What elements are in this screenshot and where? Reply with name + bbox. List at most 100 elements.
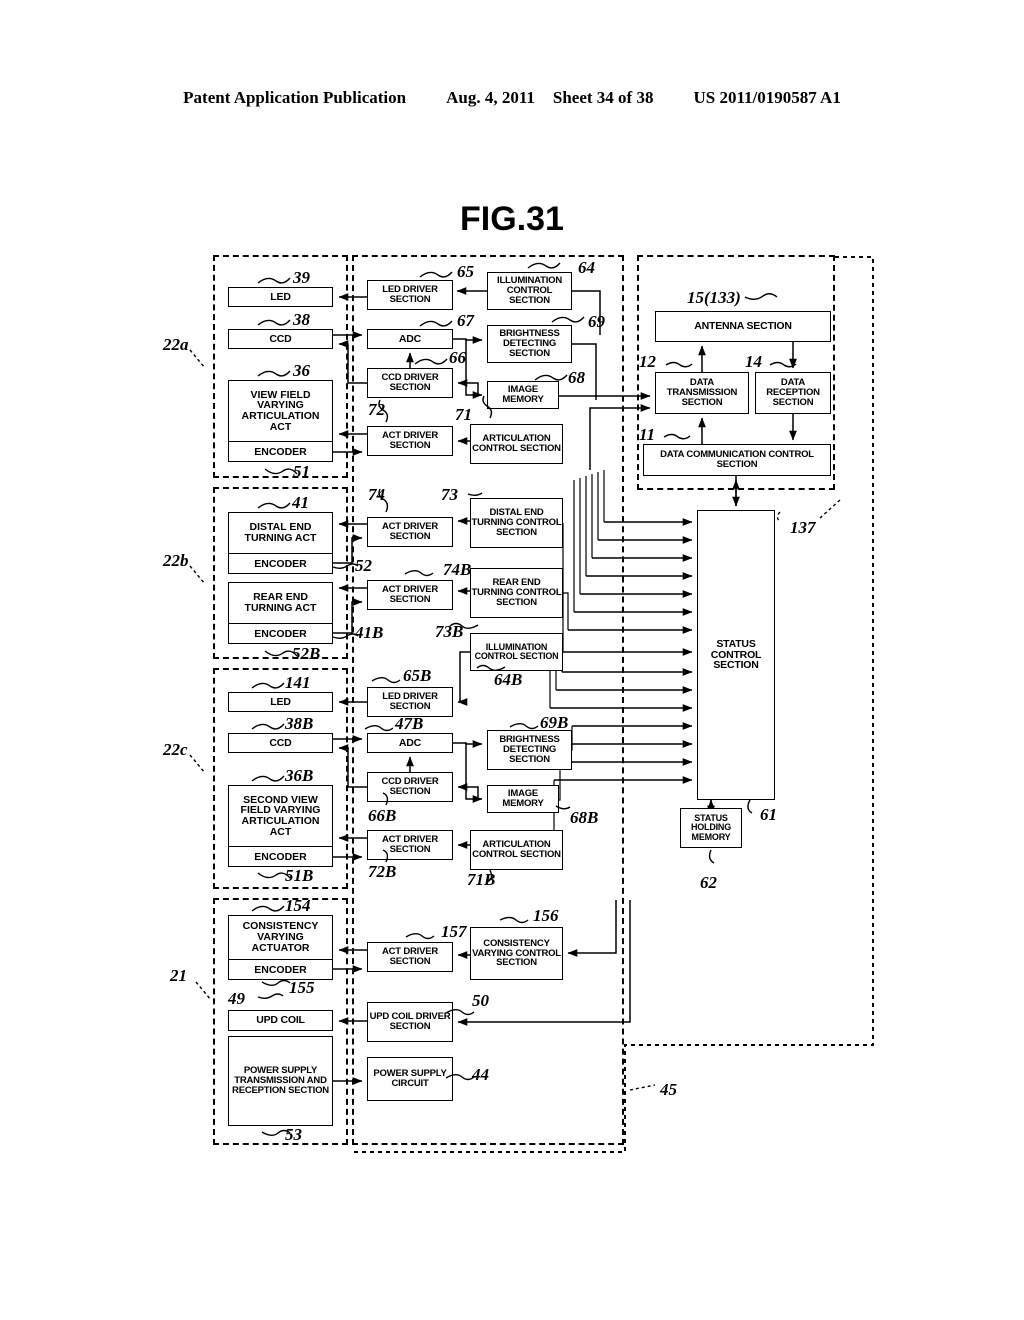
block-ccd-driver-a: CCD DRIVER SECTION [367, 368, 453, 398]
block-label: ARTICULATION CONTROL SECTION [472, 839, 561, 860]
ref-73: 73 [441, 485, 458, 504]
ref-52: 52 [355, 556, 372, 575]
block-label: BRIGHTNESS DETECTING SECTION [499, 328, 560, 359]
block-act-driver-c: ACT DRIVER SECTION [367, 830, 453, 860]
ref-66B: 66B [368, 806, 397, 825]
ref-51B: 51B [285, 866, 314, 885]
block-status-mem: STATUS HOLDING MEMORY [680, 808, 742, 848]
block-data-tx: DATA TRANSMISSION SECTION [655, 372, 749, 414]
ref-12: 12 [639, 352, 656, 371]
block-label: CCD [269, 736, 292, 749]
ref-65B: 65B [403, 666, 432, 685]
ref-141: 141 [285, 673, 311, 692]
block-artic-ctrl-a: ARTICULATION CONTROL SECTION [470, 424, 563, 464]
block-distal-act: DISTAL END TURNING ACT ENCODER [228, 512, 333, 574]
block-upd-coil: UPD COIL [228, 1010, 333, 1031]
ref-69: 69 [588, 312, 605, 331]
ref-36B: 36B [285, 766, 314, 785]
block-illum-ctrl-b: ILLUMINATION CONTROL SECTION [470, 633, 563, 671]
block-ccd-a: CCD [228, 329, 333, 349]
block-pwr-circuit: POWER SUPPLY CIRCUIT [367, 1057, 453, 1101]
ref-61: 61 [760, 805, 777, 824]
block-adc-a: ADC [367, 329, 453, 349]
block-label: LED DRIVER SECTION [382, 284, 438, 305]
block-label: CONSISTENCY VARYING CONTROL SECTION [472, 937, 561, 969]
encoder-label: ENCODER [254, 557, 307, 570]
block-label: STATUS CONTROL SECTION [710, 637, 762, 672]
block-label: ADC [398, 332, 422, 345]
block-distal-ctrl: DISTAL END TURNING CONTROL SECTION [470, 498, 563, 548]
encoder-label: ENCODER [254, 963, 307, 976]
ref-45: 45 [660, 1080, 677, 1099]
ref-36: 36 [293, 361, 310, 380]
block-pwr-tx-rx: POWER SUPPLY TRANSMISSION AND RECEPTION … [228, 1036, 333, 1126]
ref-38: 38 [293, 310, 310, 329]
block-label: REAR END TURNING CONTROL SECTION [471, 577, 562, 608]
block-label: ACT DRIVER SECTION [381, 946, 439, 967]
block-label: DISTAL END TURNING ACT [229, 513, 332, 554]
ref-69B: 69B [540, 713, 569, 732]
ref-50: 50 [472, 991, 489, 1010]
block-label: POWER SUPPLY TRANSMISSION AND RECEPTION … [232, 1065, 329, 1096]
block-label: ILLUMINATION CONTROL SECTION [497, 275, 562, 306]
ref-44: 44 [472, 1065, 489, 1084]
block-label: IMAGE MEMORY [502, 788, 544, 809]
block-label: CCD [269, 332, 292, 345]
block-label: ARTICULATION CONTROL SECTION [472, 433, 561, 454]
block-label: UPD COIL [256, 1014, 305, 1027]
block-label: ACT DRIVER SECTION [381, 834, 439, 855]
block-label: ILLUMINATION CONTROL SECTION [474, 641, 559, 661]
block-ccd-c: CCD [228, 733, 333, 753]
ref-47B: 47B [395, 714, 424, 733]
block-label: DATA TRANSMISSION SECTION [666, 377, 738, 408]
ref-38B: 38B [285, 714, 314, 733]
block-label: VIEW FIELD VARYING ARTICULATION ACT [229, 381, 332, 442]
block-label: BRIGHTNESS DETECTING SECTION [499, 734, 560, 765]
ref-51: 51 [293, 462, 310, 481]
block-led-c: LED [228, 692, 333, 712]
ref-15-133: 15(133) [687, 288, 741, 307]
block-illum-ctrl-a: ILLUMINATION CONTROL SECTION [487, 272, 572, 310]
ref-49: 49 [228, 989, 245, 1008]
block-act-driver-a: ACT DRIVER SECTION [367, 426, 453, 456]
encoder-label: ENCODER [254, 445, 307, 458]
block-data-comm-ctrl: DATA COMMUNICATION CONTROL SECTION [643, 444, 831, 476]
block-label: ACT DRIVER SECTION [381, 521, 439, 542]
block-image-mem-a: IMAGE MEMORY [487, 381, 559, 409]
block-led-a: LED [228, 287, 333, 307]
block-act-driver-b1: ACT DRIVER SECTION [367, 517, 453, 547]
block-led-driver-a: LED DRIVER SECTION [367, 280, 453, 310]
block-label: REAR END TURNING ACT [229, 583, 332, 624]
block-second-view-act: SECOND VIEW FIELD VARYING ARTICULATION A… [228, 785, 333, 867]
block-act-driver-b2: ACT DRIVER SECTION [367, 580, 453, 610]
block-label: IMAGE MEMORY [502, 384, 544, 405]
block-label: ANTENNA SECTION [694, 320, 792, 333]
block-rear-act: REAR END TURNING ACT ENCODER [228, 582, 333, 644]
ref-71: 71 [455, 405, 472, 424]
ref-22c: 22c [163, 740, 188, 759]
ref-52B: 52B [292, 644, 321, 663]
encoder-label: ENCODER [254, 850, 307, 863]
block-label: CONSISTENCY VARYING ACTUATOR [229, 916, 332, 960]
ref-53: 53 [285, 1125, 302, 1144]
block-consist-act: CONSISTENCY VARYING ACTUATOR ENCODER [228, 915, 333, 980]
ref-154: 154 [285, 896, 311, 915]
block-antenna: ANTENNA SECTION [655, 311, 831, 342]
block-label: DATA RECEPTION SECTION [766, 377, 820, 408]
ref-67: 67 [457, 311, 474, 330]
block-label: DISTAL END TURNING CONTROL SECTION [471, 507, 562, 538]
block-bright-det-c: BRIGHTNESS DETECTING SECTION [487, 730, 572, 770]
ref-66: 66 [449, 348, 466, 367]
ref-22b: 22b [163, 551, 189, 570]
block-consist-ctrl: CONSISTENCY VARYING CONTROL SECTION [470, 927, 563, 980]
block-upd-coil-driver: UPD COIL DRIVER SECTION [367, 1002, 453, 1042]
block-label: LED [270, 695, 291, 708]
ref-14: 14 [745, 352, 762, 371]
encoder-label: ENCODER [254, 627, 307, 640]
ref-72B: 72B [368, 862, 397, 881]
block-label: LED [270, 290, 291, 303]
ref-62: 62 [700, 873, 717, 892]
ref-41: 41 [292, 493, 309, 512]
ref-22a: 22a [163, 335, 189, 354]
ref-71B: 71B [467, 870, 496, 889]
